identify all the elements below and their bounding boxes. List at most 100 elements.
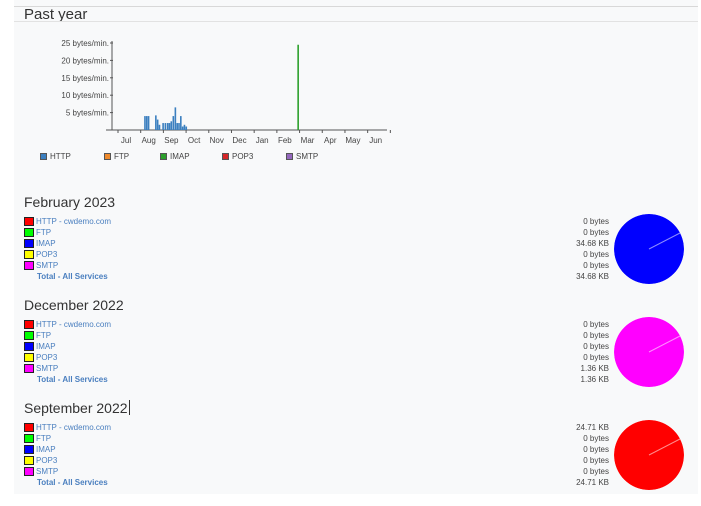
bar-http: [158, 124, 161, 130]
service-color-swatch: [24, 353, 34, 362]
service-usage-value: 1.36 KB: [580, 364, 609, 373]
legend-swatch: [160, 153, 167, 160]
service-usage-value: 24.71 KB: [576, 423, 609, 432]
service-usage-value: 0 bytes: [583, 228, 609, 237]
x-tick-label: Apr: [324, 136, 337, 145]
service-link[interactable]: SMTP: [36, 363, 58, 374]
bar-http: [144, 116, 146, 130]
legend-label: FTP: [114, 152, 130, 161]
month-section: February 2023 HTTP - cwdemo.com 0 bytes FTP…: [24, 194, 694, 294]
bar-http: [168, 123, 171, 130]
service-color-swatch: [24, 467, 34, 476]
usage-panel: Past year 25 bytes/min. 20 bytes/min. 15 b…: [14, 0, 698, 494]
x-tick-label: May: [345, 136, 360, 145]
chart-bars: [144, 44, 299, 130]
month-title: December 2022: [24, 297, 124, 313]
x-tick-label: Jan: [256, 136, 269, 145]
bar-http: [178, 123, 180, 130]
total-link[interactable]: Total - All Services: [37, 271, 108, 282]
service-link[interactable]: POP3: [36, 455, 57, 466]
x-tick-label: Mar: [301, 136, 315, 145]
service-list: HTTP - cwdemo.com 0 bytes FTP 0 bytes IMAP 0 …: [24, 319, 624, 385]
service-color-swatch: [24, 423, 34, 432]
service-usage-value: 34.68 KB: [576, 239, 609, 248]
service-usage-value: 0 bytes: [583, 467, 609, 476]
service-color-swatch: [24, 228, 34, 237]
service-usage-value: 0 bytes: [583, 331, 609, 340]
service-row: SMTP 1.36 KB: [24, 363, 624, 374]
legend-label: POP3: [232, 152, 254, 161]
text-cursor: [128, 400, 130, 415]
bar-http: [183, 124, 186, 130]
bar-http: [162, 123, 164, 130]
service-usage-value: 0 bytes: [583, 320, 609, 329]
total-usage-value: 24.71 KB: [576, 478, 609, 487]
service-link[interactable]: HTTP - cwdemo.com: [36, 422, 111, 433]
bar-http: [145, 116, 148, 130]
service-row: FTP 0 bytes: [24, 227, 624, 238]
total-usage-value: 34.68 KB: [576, 272, 609, 281]
service-row: FTP 0 bytes: [24, 433, 624, 444]
service-color-swatch: [24, 250, 34, 259]
service-row: HTTP - cwdemo.com 0 bytes: [24, 319, 624, 330]
service-link[interactable]: HTTP - cwdemo.com: [36, 216, 111, 227]
service-row: SMTP 0 bytes: [24, 260, 624, 271]
service-link[interactable]: FTP: [36, 227, 51, 238]
legend-swatch: [222, 153, 229, 160]
service-row: IMAP 34.68 KB: [24, 238, 624, 249]
x-tick-label: Jun: [369, 136, 382, 145]
total-link[interactable]: Total - All Services: [37, 374, 108, 385]
title-divider: [14, 21, 698, 22]
month-title: February 2023: [24, 194, 116, 210]
service-link[interactable]: SMTP: [36, 260, 58, 271]
usage-pie-chart: [614, 317, 684, 387]
x-tick-label: Sep: [164, 136, 179, 145]
service-link[interactable]: POP3: [36, 352, 57, 363]
bandwidth-chart: 25 bytes/min. 20 bytes/min. 15 bytes/min. 1…: [61, 39, 391, 145]
bar-http: [185, 126, 188, 130]
legend-swatch: [286, 153, 293, 160]
total-usage-value: 1.36 KB: [580, 375, 609, 384]
service-color-swatch: [24, 434, 34, 443]
service-color-swatch: [24, 342, 34, 351]
service-usage-value: 0 bytes: [583, 445, 609, 454]
y-tick-label: 25 bytes/min.: [61, 39, 109, 48]
service-list: HTTP - cwdemo.com 0 bytes FTP 0 bytes IMAP 34…: [24, 216, 624, 282]
service-link[interactable]: IMAP: [36, 238, 56, 249]
service-usage-value: 0 bytes: [583, 250, 609, 259]
service-link[interactable]: POP3: [36, 249, 57, 260]
total-row: Total - All Services 24.71 KB: [24, 477, 624, 488]
service-link[interactable]: IMAP: [36, 341, 56, 352]
service-link[interactable]: SMTP: [36, 466, 58, 477]
month-section: September 2022 HTTP - cwdemo.com 24.71 KB F…: [24, 400, 694, 500]
top-divider: [14, 6, 698, 7]
legend-item-http: HTTP: [40, 152, 71, 161]
bar-http: [147, 116, 150, 130]
bar-http: [170, 121, 173, 130]
x-tick-label: Feb: [278, 136, 292, 145]
bar-http: [166, 123, 169, 130]
total-link[interactable]: Total - All Services: [37, 477, 108, 488]
legend-item-smtp: SMTP: [286, 152, 318, 161]
service-row: IMAP 0 bytes: [24, 341, 624, 352]
bar-http: [174, 107, 177, 130]
service-link[interactable]: IMAP: [36, 444, 56, 455]
service-link[interactable]: HTTP - cwdemo.com: [36, 319, 111, 330]
total-row: Total - All Services 1.36 KB: [24, 374, 624, 385]
month-section: December 2022 HTTP - cwdemo.com 0 bytes FTP…: [24, 297, 694, 397]
service-color-swatch: [24, 217, 34, 226]
usage-pie-chart: [614, 214, 684, 284]
x-tick-label: Jul: [121, 136, 131, 145]
bar-http: [180, 116, 182, 130]
service-row: HTTP - cwdemo.com 0 bytes: [24, 216, 624, 227]
bar-http: [164, 123, 167, 130]
service-color-swatch: [24, 320, 34, 329]
legend-swatch: [104, 153, 111, 160]
x-tick-label: Oct: [188, 136, 201, 145]
service-link[interactable]: FTP: [36, 330, 51, 341]
service-color-swatch: [24, 456, 34, 465]
service-link[interactable]: FTP: [36, 433, 51, 444]
x-tick-label: Dec: [232, 136, 246, 145]
service-color-swatch: [24, 331, 34, 340]
bar-http: [155, 115, 157, 130]
